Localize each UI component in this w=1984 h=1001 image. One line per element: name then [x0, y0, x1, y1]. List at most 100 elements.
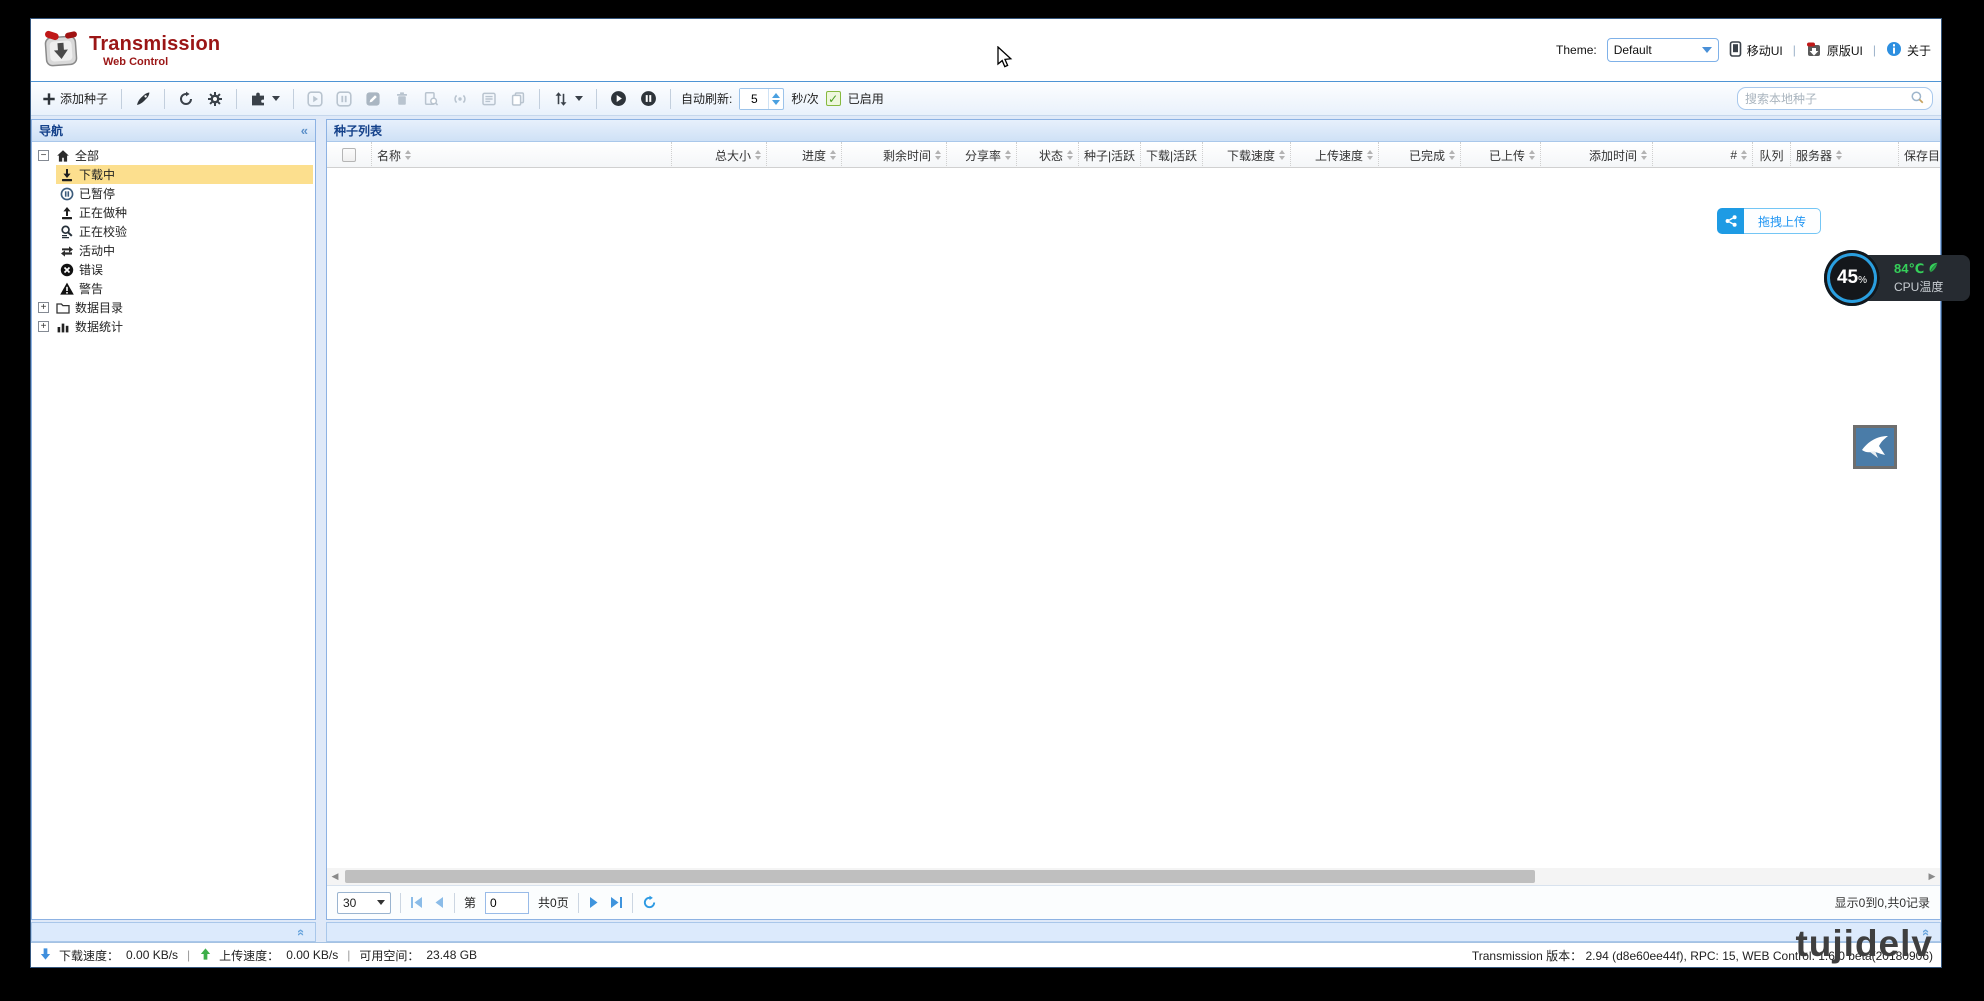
- tree-row-content[interactable]: 正在做种: [56, 203, 313, 222]
- scrollbar-track[interactable]: [343, 868, 1924, 885]
- column-header-uploaded[interactable]: 已上传: [1461, 142, 1541, 168]
- play-square-icon: [307, 91, 323, 107]
- edit-torrent-button[interactable]: [362, 89, 384, 109]
- sidebar-item-all[interactable]: −全部: [34, 146, 313, 165]
- start-selected-button[interactable]: [304, 89, 326, 109]
- torrent-list-title: 种子列表: [334, 122, 382, 139]
- column-header-name[interactable]: 名称: [372, 142, 672, 168]
- records-info: 显示0到0,共0记录: [1835, 894, 1930, 911]
- sidebar-item-data-statistics[interactable]: +数据统计: [34, 317, 313, 336]
- tree-row-content[interactable]: 已暂停: [56, 184, 313, 203]
- column-header-save-directory[interactable]: 保存目录: [1899, 142, 1940, 168]
- sort-menu-button[interactable]: [550, 89, 586, 109]
- pause-selected-button[interactable]: [333, 89, 355, 109]
- collapse-node-icon[interactable]: −: [38, 150, 49, 161]
- pause-all-button[interactable]: [637, 88, 660, 109]
- copy-path-button[interactable]: [507, 89, 529, 109]
- column-header-ratio[interactable]: 分享率: [947, 142, 1017, 168]
- warning-icon: [59, 281, 75, 297]
- sidebar-item-downloading[interactable]: 下载中: [34, 165, 313, 184]
- next-page-button[interactable]: [588, 896, 600, 909]
- tree-row-content[interactable]: 警告: [56, 279, 313, 298]
- sidebar-item-seeding[interactable]: 正在做种: [34, 203, 313, 222]
- stepper-down-icon[interactable]: [772, 100, 780, 105]
- column-label: 下载速度: [1227, 147, 1275, 164]
- labels-menu-button[interactable]: [247, 89, 283, 109]
- details-list-icon: [481, 91, 497, 107]
- expand-node-icon[interactable]: +: [38, 302, 49, 313]
- sidebar-item-data-directories[interactable]: +数据目录: [34, 298, 313, 317]
- recheck-torrent-button[interactable]: [420, 89, 442, 109]
- bird-badge-icon[interactable]: [1853, 425, 1897, 469]
- page-number-input[interactable]: [485, 892, 529, 914]
- tree-row-content[interactable]: 数据目录: [52, 298, 313, 317]
- column-header-peers-active[interactable]: 下载|活跃: [1141, 142, 1203, 168]
- remove-torrent-button[interactable]: [391, 89, 413, 109]
- autorefresh-interval-stepper[interactable]: [739, 88, 784, 110]
- autorefresh-enabled-checkbox[interactable]: ✓: [826, 91, 841, 106]
- reload-button[interactable]: [175, 89, 197, 109]
- column-header-progress[interactable]: 进度: [767, 142, 842, 168]
- sidebar-item-error[interactable]: 错误: [34, 260, 313, 279]
- column-header-queue[interactable]: 队列: [1753, 142, 1791, 168]
- scrollbar-thumb[interactable]: [345, 870, 1535, 883]
- pagination-separator: [578, 893, 579, 913]
- share-upload-icon[interactable]: [1717, 208, 1744, 234]
- sidebar-item-active[interactable]: 活动中: [34, 241, 313, 260]
- collapse-up-icon[interactable]: «: [294, 928, 309, 935]
- column-header-seeds-active[interactable]: 种子|活跃: [1079, 142, 1141, 168]
- column-header-download-speed[interactable]: 下载速度: [1203, 142, 1291, 168]
- stepper-up-icon[interactable]: [772, 93, 780, 98]
- refresh-page-button[interactable]: [642, 895, 657, 910]
- start-all-button[interactable]: [607, 88, 630, 109]
- tree-row-content[interactable]: 正在校验: [56, 222, 313, 241]
- drag-upload-button[interactable]: 拖拽上传: [1717, 208, 1821, 234]
- search-icon[interactable]: [1910, 90, 1925, 108]
- tree-row-content[interactable]: 下载中: [56, 165, 313, 184]
- theme-select[interactable]: Default: [1607, 38, 1719, 62]
- refresh-icon: [178, 91, 194, 107]
- sidebar-item-warning[interactable]: 警告: [34, 279, 313, 298]
- tree-row-content[interactable]: 全部: [52, 146, 313, 165]
- search-box[interactable]: [1737, 87, 1933, 110]
- horizontal-scrollbar[interactable]: ◀ ▶: [327, 868, 1940, 885]
- last-page-button[interactable]: [609, 896, 623, 909]
- expand-node-icon[interactable]: +: [38, 321, 49, 332]
- cpu-percent-unit: %: [1858, 275, 1867, 286]
- prev-page-button[interactable]: [433, 896, 445, 909]
- torrent-details-button[interactable]: [478, 89, 500, 109]
- cpu-temp-label: CPU温度: [1894, 278, 1970, 295]
- autorefresh-interval-input[interactable]: [740, 89, 768, 109]
- tree-row-content[interactable]: 错误: [56, 260, 313, 279]
- first-page-button[interactable]: [410, 896, 424, 909]
- page-size-select[interactable]: 30: [337, 892, 391, 914]
- downloading-icon: [59, 167, 75, 183]
- select-all-checkbox[interactable]: [342, 148, 356, 162]
- sidebar-bottom-collapse-bar[interactable]: «: [31, 922, 316, 942]
- column-header-total-size[interactable]: 总大小: [672, 142, 767, 168]
- column-header-date-added[interactable]: 添加时间: [1541, 142, 1653, 168]
- sidebar-item-paused[interactable]: 已暂停: [34, 184, 313, 203]
- collapse-sidebar-icon[interactable]: «: [301, 123, 308, 138]
- announce-button[interactable]: [449, 89, 471, 109]
- scroll-left-icon[interactable]: ◀: [327, 868, 343, 885]
- column-header-upload-speed[interactable]: 上传速度: [1291, 142, 1379, 168]
- tree-row-content[interactable]: 数据统计: [52, 317, 313, 336]
- main-bottom-collapse-bar[interactable]: «: [326, 922, 1941, 942]
- scroll-right-icon[interactable]: ▶: [1924, 868, 1940, 885]
- column-header-downloaded[interactable]: 已完成: [1379, 142, 1461, 168]
- stepper-arrows[interactable]: [768, 89, 783, 109]
- add-torrent-button[interactable]: 添加种子: [39, 88, 111, 109]
- sidebar-item-checking[interactable]: 正在校验: [34, 222, 313, 241]
- search-input[interactable]: [1745, 92, 1905, 106]
- column-header-status[interactable]: 状态: [1017, 142, 1079, 168]
- column-header-remaining-time[interactable]: 剩余时间: [842, 142, 947, 168]
- tree-row-content[interactable]: 活动中: [56, 241, 313, 260]
- start-torrent-quick-button[interactable]: [132, 89, 154, 109]
- original-ui-link[interactable]: 原版UI: [1806, 41, 1863, 60]
- column-header-server[interactable]: 服务器: [1791, 142, 1899, 168]
- mobile-ui-link[interactable]: 移动UI: [1729, 41, 1783, 60]
- column-header-number[interactable]: #: [1653, 142, 1753, 168]
- settings-button[interactable]: [204, 89, 226, 109]
- about-link[interactable]: 关于: [1886, 41, 1931, 60]
